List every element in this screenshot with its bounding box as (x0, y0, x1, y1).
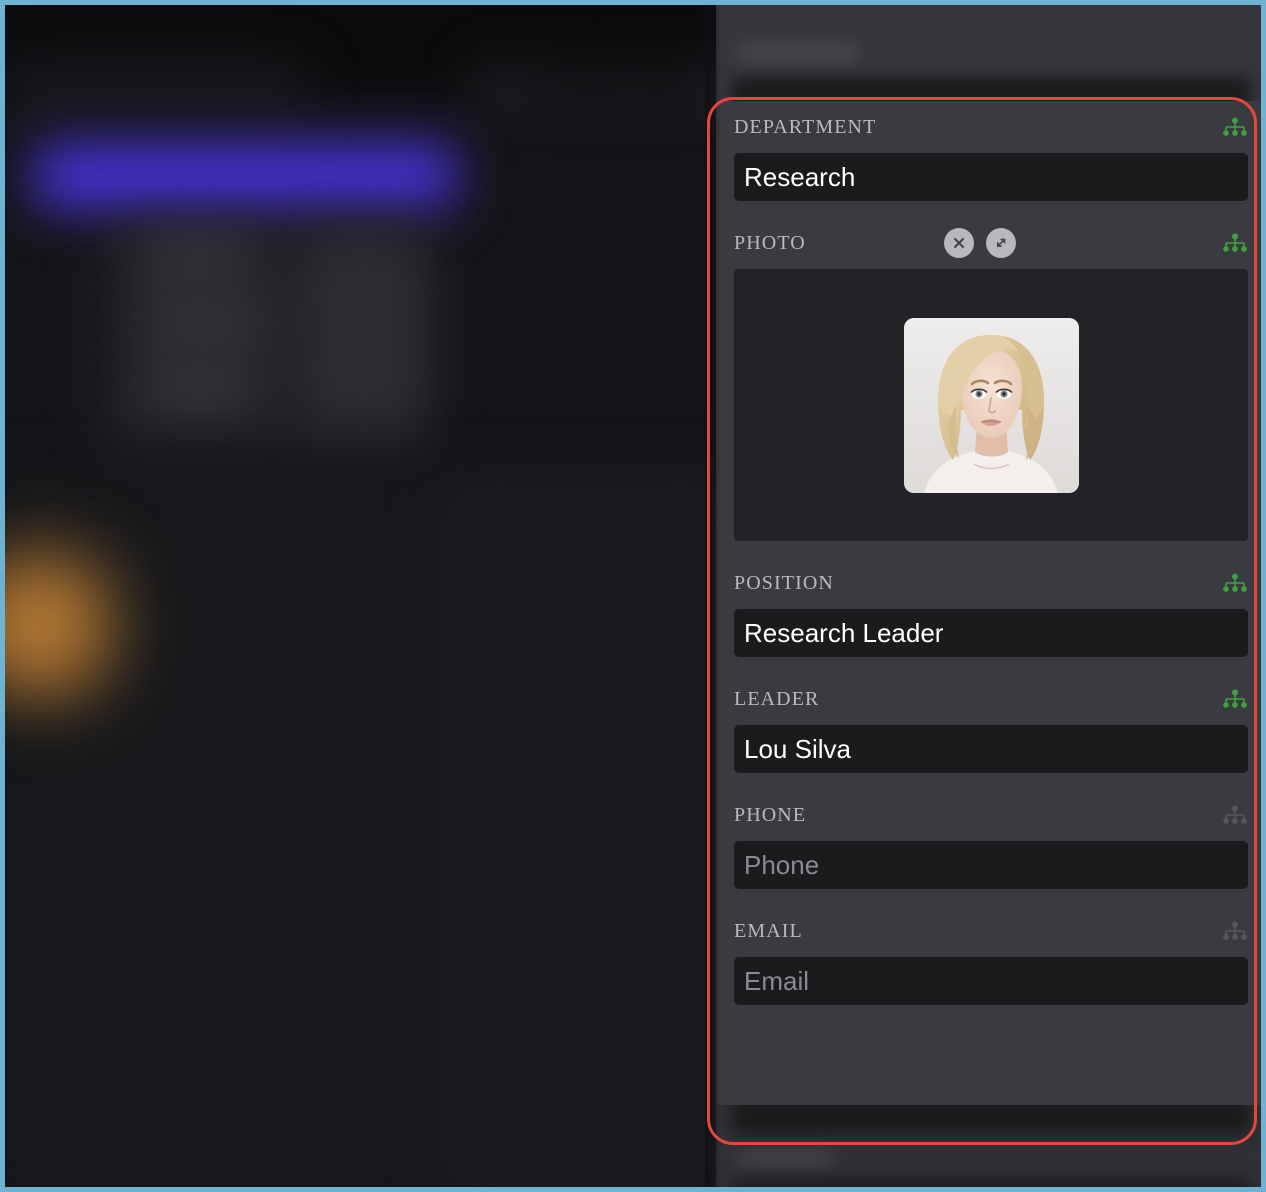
field-leader: LEADER (716, 673, 1261, 773)
expand-arrows-icon[interactable] (986, 228, 1016, 258)
blurred-field-input (732, 1105, 1250, 1135)
field-email-header: EMAIL (734, 905, 1248, 957)
background-selected-row (35, 145, 455, 207)
org-chart-icon[interactable] (1222, 571, 1248, 595)
background-toolbar-icons (475, 65, 755, 111)
field-position-header: POSITION (734, 557, 1248, 609)
background-orange-glow (5, 525, 125, 725)
employee-photo (903, 317, 1079, 493)
field-phone: PHONE (716, 789, 1261, 889)
org-chart-icon[interactable] (1222, 687, 1248, 711)
field-leader-header: LEADER (734, 673, 1248, 725)
org-chart-icon[interactable] (1222, 231, 1248, 255)
background-card-column (305, 237, 423, 425)
screenshot-frame: DEPARTMENT Research PHOTO POSITION Resea… (0, 0, 1266, 1192)
background-card-row (140, 308, 268, 338)
field-photo-label: PHOTO (734, 231, 806, 254)
close-circle-icon[interactable] (944, 228, 974, 258)
blurred-field-input (732, 1179, 1250, 1187)
field-department-label: DEPARTMENT (734, 115, 877, 138)
email-input[interactable] (734, 957, 1248, 1005)
department-input[interactable] (734, 153, 1248, 201)
employee-form: DEPARTMENT Research PHOTO POSITION Resea… (716, 101, 1261, 1107)
background-search-box (5, 60, 305, 120)
photo-preview-box[interactable] (734, 269, 1248, 541)
org-chart-icon[interactable] (1222, 919, 1248, 943)
blurred-field-label (738, 1149, 834, 1168)
background-card-row (140, 243, 255, 273)
field-position: POSITION (716, 557, 1261, 657)
field-leader-label: LEADER (734, 687, 820, 710)
photo-action-buttons (944, 228, 1016, 258)
field-phone-label: PHONE (734, 803, 807, 826)
blurred-field-label (738, 43, 858, 63)
field-department: DEPARTMENT (716, 101, 1261, 201)
panel-blurred-top-area (716, 5, 1261, 105)
field-department-header: DEPARTMENT (734, 101, 1248, 153)
background-card-row (140, 373, 258, 403)
field-photo-header: PHOTO (734, 217, 1248, 269)
field-photo: PHOTO (716, 217, 1261, 541)
employee-detail-panel: DEPARTMENT Research PHOTO POSITION Resea… (716, 5, 1261, 1187)
position-input[interactable] (734, 609, 1248, 657)
phone-input[interactable] (734, 841, 1248, 889)
org-chart-icon[interactable] (1222, 803, 1248, 827)
field-email-label: EMAIL (734, 919, 803, 942)
field-email: EMAIL (716, 905, 1261, 1005)
field-phone-header: PHONE (734, 789, 1248, 841)
panel-blurred-bottom-area (716, 1105, 1261, 1187)
background-lower-strip (445, 475, 735, 1187)
leader-input[interactable] (734, 725, 1248, 773)
field-position-label: POSITION (734, 571, 834, 594)
org-chart-icon[interactable] (1222, 115, 1248, 139)
